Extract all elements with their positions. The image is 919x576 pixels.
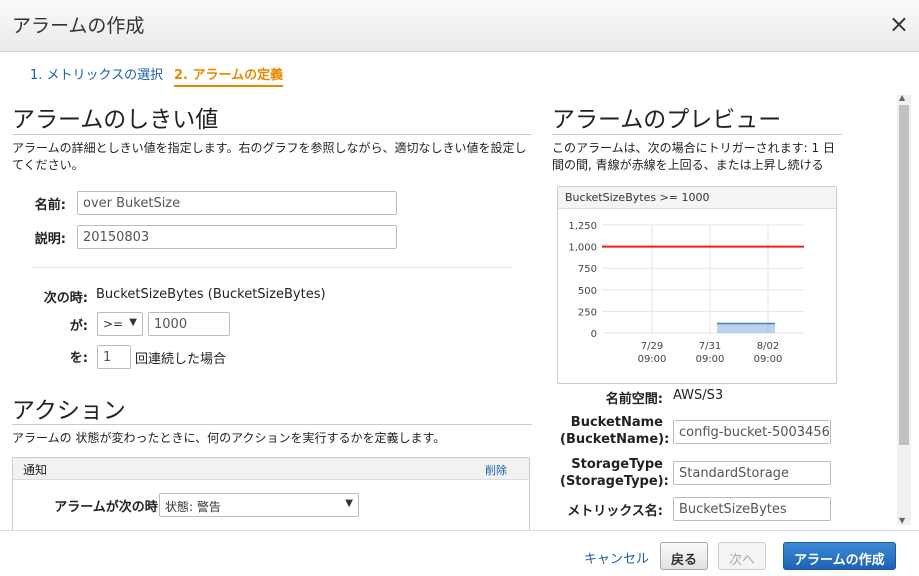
next-button[interactable]: 次へ: [718, 542, 767, 570]
y-tick-label: 1,000: [568, 243, 597, 254]
step-select-metric[interactable]: 1. メトリックスの選択: [30, 64, 163, 83]
divider: [12, 424, 532, 425]
name-label: 名前:: [34, 198, 66, 213]
when-label: 次の時:: [43, 291, 88, 306]
x-tick-label: 7/31: [699, 341, 721, 352]
metric-name-label: メトリックス名:: [567, 504, 663, 519]
chart-canvas: 1,250 1,000 750 500 250 0 7/29 09:00 7/31 09:00 8/…: [568, 221, 804, 365]
dialog-header: アラームの作成 ×: [0, 0, 919, 52]
bucketname-label-line1: BucketName: [570, 415, 663, 430]
operator-value: >=: [103, 317, 124, 331]
x-tick-label: 7/29: [641, 341, 663, 352]
metric-name-input[interactable]: BucketSizeBytes: [673, 497, 831, 521]
back-button[interactable]: 戻る: [660, 542, 709, 570]
chevron-down-icon: ▼: [129, 317, 137, 328]
operator-select[interactable]: >= ▼: [97, 312, 143, 336]
alarm-state-value: 状態: 警告: [165, 500, 221, 514]
y-tick-label: 500: [578, 286, 597, 297]
namespace-value: AWS/S3: [673, 388, 724, 403]
periods-input[interactable]: 1: [97, 345, 131, 369]
divider: [32, 267, 512, 268]
y-tick-label: 250: [578, 307, 597, 318]
cancel-button[interactable]: キャンセル: [584, 542, 659, 570]
step-define-alarm[interactable]: 2. アラームの定義: [174, 64, 284, 87]
periods-suffix: 回連続した場合: [135, 352, 227, 367]
dialog-footer: キャンセル 戻る 次へ アラームの作成: [0, 530, 919, 576]
y-tick-label: 750: [578, 264, 597, 275]
divider: [552, 134, 842, 135]
threshold-input[interactable]: 1000: [148, 312, 230, 336]
storagetype-label-line1: StorageType: [571, 457, 663, 472]
y-tick-label: 1,250: [568, 221, 597, 232]
x-tick-label: 09:00: [696, 354, 725, 365]
delete-link[interactable]: 削除: [485, 462, 507, 478]
create-alarm-button[interactable]: アラームの作成: [783, 542, 896, 570]
bucketname-input[interactable]: config-bucket-50034569: [673, 420, 831, 444]
description-input[interactable]: 20150803: [77, 225, 397, 249]
close-icon[interactable]: ×: [889, 12, 909, 36]
series-area: [717, 323, 775, 333]
actions-heading: アクション: [12, 398, 126, 424]
namespace-label: 名前空間:: [605, 392, 663, 407]
chart-title: BucketSizeBytes >= 1000: [558, 187, 836, 209]
divider: [12, 134, 532, 135]
y-tick-label: 0: [591, 329, 597, 340]
storagetype-input[interactable]: StandardStorage: [673, 461, 831, 485]
storagetype-label: StorageType (StorageType):: [560, 456, 669, 490]
metric-name-text: BucketSizeBytes (BucketSizeBytes): [96, 287, 326, 302]
alarm-state-select[interactable]: 状態: 警告 ▼: [159, 493, 359, 517]
threshold-heading: アラームのしきい値: [12, 107, 219, 133]
bucketname-label-line2: (BucketName):: [560, 432, 670, 447]
preview-heading: アラームのプレビュー: [552, 107, 782, 133]
vertical-scrollbar[interactable]: ▲ ▼: [897, 93, 911, 525]
x-tick-label: 8/02: [757, 341, 779, 352]
chevron-down-icon: ▼: [345, 498, 353, 509]
description-label: 説明:: [34, 232, 66, 247]
is-label: が:: [69, 319, 88, 334]
x-tick-label: 09:00: [638, 354, 667, 365]
actions-description: アラームの 状態が変わったときに、何のアクションを実行するかを定義します。: [12, 431, 446, 445]
bucketname-label: BucketName (BucketName):: [560, 414, 670, 448]
dialog-body: アラームのしきい値 アラームの詳細としきい値を指定します。右のグラフを参照しなが…: [0, 90, 919, 530]
notification-panel: 通知 削除 アラームが次の時: 状態: 警告 ▼: [12, 457, 530, 530]
scroll-up-icon[interactable]: ▲: [899, 93, 905, 102]
x-tick-label: 09:00: [754, 354, 783, 365]
scroll-down-icon[interactable]: ▼: [899, 516, 905, 525]
storagetype-label-line2: (StorageType):: [560, 474, 669, 489]
scrollbar-thumb[interactable]: [899, 105, 909, 445]
notification-title: 通知: [23, 463, 48, 477]
threshold-description: アラームの詳細としきい値を指定します。右のグラフを参照しながら、適切なしきい値を…: [12, 141, 527, 172]
for-label: を:: [69, 351, 88, 366]
dialog-title: アラームの作成: [12, 15, 145, 37]
create-alarm-dialog: アラームの作成 × 1. メトリックスの選択 2. アラームの定義 アラームのし…: [0, 0, 919, 576]
preview-chart: BucketSizeBytes >= 1000 1,250 1,000 750 500…: [557, 186, 837, 384]
preview-description: このアラームは、次の場合にトリガーされます: 1 日間の間, 青線が赤線を上回る…: [552, 141, 835, 172]
notification-header: 通知 削除: [13, 458, 529, 480]
alarm-state-label: アラームが次の時:: [54, 500, 163, 515]
name-input[interactable]: over BuketSize: [77, 191, 397, 215]
